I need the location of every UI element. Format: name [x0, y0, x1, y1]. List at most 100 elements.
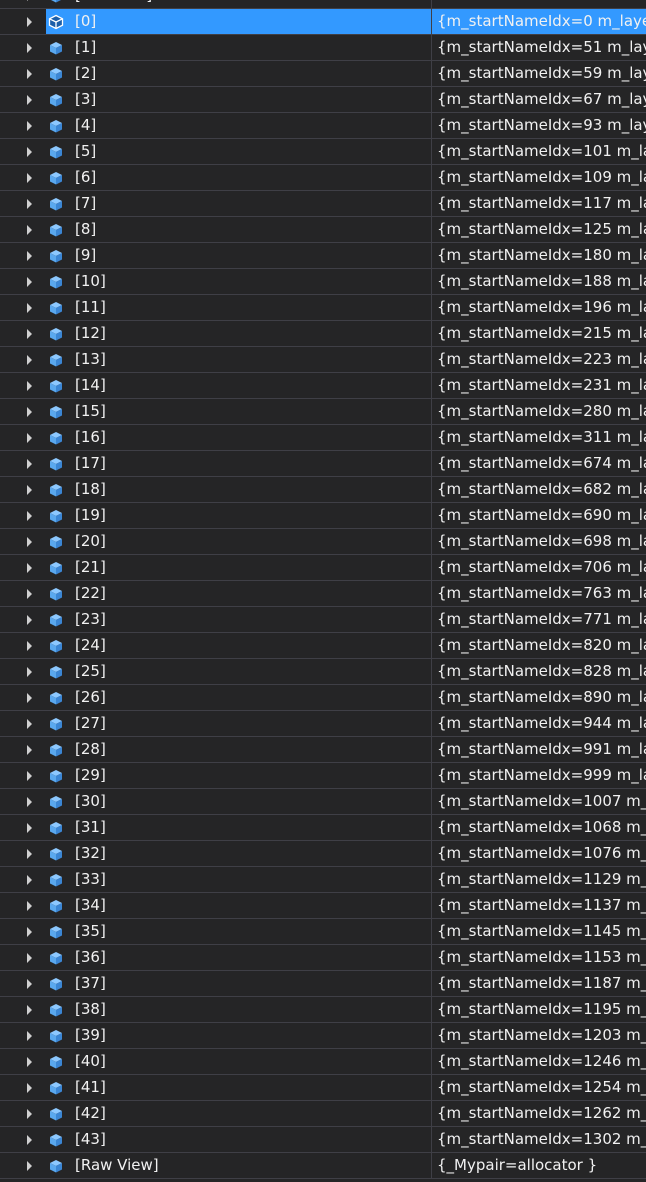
watch-row[interactable]: [23] {m_startNameIdx=771 m_layer	[0, 607, 646, 633]
watch-row[interactable]: [39] {m_startNameIdx=1203 m_layer	[0, 1023, 646, 1049]
watch-row[interactable]: [43] {m_startNameIdx=1302 m_layer	[0, 1127, 646, 1153]
chevron-right-icon[interactable]	[27, 719, 32, 729]
value-cell[interactable]: {m_startNameIdx=1129 m_layer	[432, 867, 646, 892]
chevron-right-icon[interactable]	[27, 563, 32, 573]
value-cell[interactable]: {m_startNameIdx=1203 m_layer	[432, 1023, 646, 1048]
name-cell[interactable]: [7]	[46, 191, 431, 216]
chevron-right-icon[interactable]	[27, 1005, 32, 1015]
name-cell[interactable]: [3]	[46, 87, 431, 112]
name-cell[interactable]: [31]	[46, 815, 431, 840]
chevron-right-icon[interactable]	[27, 95, 32, 105]
watch-row[interactable]: [19] {m_startNameIdx=690 m_layer	[0, 503, 646, 529]
chevron-right-icon[interactable]	[27, 1161, 32, 1171]
value-cell[interactable]: {m_startNameIdx=1137 m_layer	[432, 893, 646, 918]
name-cell[interactable]: [40]	[46, 1049, 431, 1074]
name-cell[interactable]: [23]	[46, 607, 431, 632]
name-cell[interactable]: [20]	[46, 529, 431, 554]
watch-row[interactable]: [1] {m_startNameIdx=51 m_layer	[0, 35, 646, 61]
name-cell[interactable]: [2]	[46, 61, 431, 86]
watch-row[interactable]: [21] {m_startNameIdx=706 m_layer	[0, 555, 646, 581]
value-cell[interactable]: {m_startNameIdx=1302 m_layer	[432, 1127, 646, 1152]
watch-row[interactable]: [32] {m_startNameIdx=1076 m_layer	[0, 841, 646, 867]
chevron-right-icon[interactable]	[27, 459, 32, 469]
name-cell[interactable]: [15]	[46, 399, 431, 424]
watch-row[interactable]: [8] {m_startNameIdx=125 m_layer	[0, 217, 646, 243]
name-cell[interactable]: [10]	[46, 269, 431, 294]
value-cell[interactable]: {m_startNameIdx=1262 m_layer	[432, 1101, 646, 1126]
value-cell[interactable]: {m_startNameIdx=231 m_layer	[432, 373, 646, 398]
chevron-right-icon[interactable]	[27, 121, 32, 131]
name-cell[interactable]: [36]	[46, 945, 431, 970]
watch-row[interactable]: [29] {m_startNameIdx=999 m_layer	[0, 763, 646, 789]
value-cell[interactable]: {m_startNameIdx=1076 m_layer	[432, 841, 646, 866]
name-cell[interactable]: [9]	[46, 243, 431, 268]
name-cell[interactable]: [28]	[46, 737, 431, 762]
name-cell[interactable]: [38]	[46, 997, 431, 1022]
name-cell[interactable]: [16]	[46, 425, 431, 450]
name-cell[interactable]: [0]	[46, 9, 431, 34]
value-cell[interactable]: {m_startNameIdx=1068 m_layer	[432, 815, 646, 840]
value-cell[interactable]: {m_startNameIdx=311 m_layer	[432, 425, 646, 450]
value-cell[interactable]: {m_startNameIdx=101 m_layer	[432, 139, 646, 164]
name-cell[interactable]: [allocator]	[46, 0, 431, 8]
watch-row[interactable]: [40] {m_startNameIdx=1246 m_layer	[0, 1049, 646, 1075]
chevron-right-icon[interactable]	[27, 43, 32, 53]
value-cell[interactable]: {m_startNameIdx=180 m_layer	[432, 243, 646, 268]
chevron-right-icon[interactable]	[27, 251, 32, 261]
chevron-right-icon[interactable]	[27, 277, 32, 287]
watch-row[interactable]: [17] {m_startNameIdx=674 m_layer	[0, 451, 646, 477]
value-cell[interactable]: {m_startNameIdx=944 m_layer	[432, 711, 646, 736]
watch-row[interactable]: [7] {m_startNameIdx=117 m_layer	[0, 191, 646, 217]
value-cell[interactable]: {m_startNameIdx=93 m_layer	[432, 113, 646, 138]
chevron-right-icon[interactable]	[27, 771, 32, 781]
watch-row[interactable]: [22] {m_startNameIdx=763 m_layer	[0, 581, 646, 607]
name-cell[interactable]: [32]	[46, 841, 431, 866]
name-cell[interactable]: [4]	[46, 113, 431, 138]
name-cell[interactable]: [39]	[46, 1023, 431, 1048]
chevron-right-icon[interactable]	[27, 693, 32, 703]
watch-row[interactable]: [14] {m_startNameIdx=231 m_layer	[0, 373, 646, 399]
name-cell[interactable]: [Raw View]	[46, 1153, 431, 1178]
value-cell[interactable]: {m_startNameIdx=1187 m_layer	[432, 971, 646, 996]
chevron-right-icon[interactable]	[27, 0, 32, 1]
chevron-right-icon[interactable]	[27, 745, 32, 755]
chevron-right-icon[interactable]	[27, 1135, 32, 1145]
chevron-right-icon[interactable]	[27, 1057, 32, 1067]
chevron-right-icon[interactable]	[27, 485, 32, 495]
value-cell[interactable]: {_Mypair=allocator }	[432, 1153, 646, 1178]
value-cell[interactable]: {m_startNameIdx=1145 m_layer	[432, 919, 646, 944]
value-cell[interactable]: {m_startNameIdx=890 m_layer	[432, 685, 646, 710]
value-cell[interactable]: {m_startNameIdx=1195 m_layer	[432, 997, 646, 1022]
name-cell[interactable]: [42]	[46, 1101, 431, 1126]
name-cell[interactable]: [6]	[46, 165, 431, 190]
name-cell[interactable]: [14]	[46, 373, 431, 398]
watch-row[interactable]: [3] {m_startNameIdx=67 m_layer	[0, 87, 646, 113]
chevron-right-icon[interactable]	[27, 69, 32, 79]
watch-row[interactable]: [28] {m_startNameIdx=991 m_layer	[0, 737, 646, 763]
value-cell[interactable]: allocator	[432, 0, 646, 8]
watch-row[interactable]: [35] {m_startNameIdx=1145 m_layer	[0, 919, 646, 945]
chevron-right-icon[interactable]	[27, 797, 32, 807]
chevron-right-icon[interactable]	[27, 849, 32, 859]
watch-row[interactable]: [25] {m_startNameIdx=828 m_layer	[0, 659, 646, 685]
name-cell[interactable]: [34]	[46, 893, 431, 918]
name-cell[interactable]: [5]	[46, 139, 431, 164]
name-cell[interactable]: [25]	[46, 659, 431, 684]
chevron-right-icon[interactable]	[27, 173, 32, 183]
chevron-right-icon[interactable]	[27, 667, 32, 677]
chevron-right-icon[interactable]	[27, 355, 32, 365]
name-cell[interactable]: [12]	[46, 321, 431, 346]
value-cell[interactable]: {m_startNameIdx=1007 m_layer	[432, 789, 646, 814]
chevron-right-icon[interactable]	[27, 329, 32, 339]
watch-row[interactable]: [12] {m_startNameIdx=215 m_layer	[0, 321, 646, 347]
watch-row[interactable]: [33] {m_startNameIdx=1129 m_layer	[0, 867, 646, 893]
chevron-right-icon[interactable]	[27, 823, 32, 833]
name-cell[interactable]: [11]	[46, 295, 431, 320]
chevron-right-icon[interactable]	[27, 615, 32, 625]
value-cell[interactable]: {m_startNameIdx=117 m_layer	[432, 191, 646, 216]
name-cell[interactable]: [8]	[46, 217, 431, 242]
watch-row[interactable]: [allocator] allocator	[0, 0, 646, 9]
watch-row[interactable]: [27] {m_startNameIdx=944 m_layer	[0, 711, 646, 737]
chevron-right-icon[interactable]	[27, 927, 32, 937]
watch-row[interactable]: [24] {m_startNameIdx=820 m_layer	[0, 633, 646, 659]
